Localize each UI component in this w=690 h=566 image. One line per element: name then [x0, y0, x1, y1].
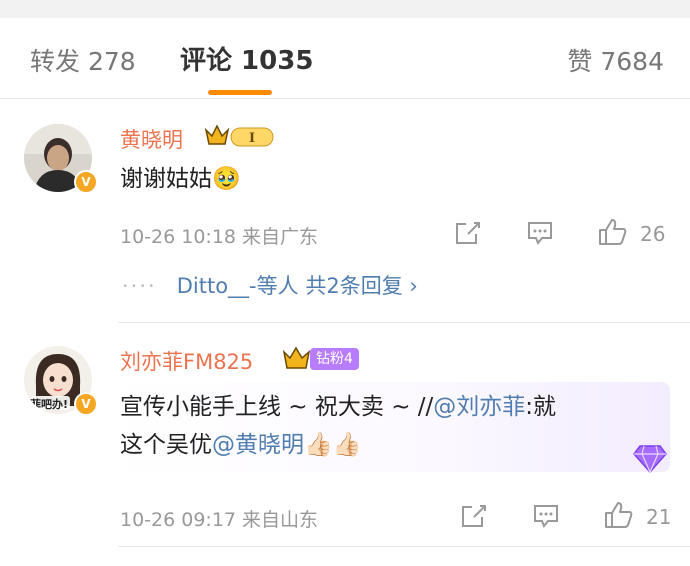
- emoji-icon: 🥹: [212, 166, 241, 192]
- tab-likes[interactable]: 赞 7684: [567, 42, 664, 78]
- fan-badge: 钻粉4: [310, 348, 359, 370]
- reply-summary[interactable]: ···· Ditto__-等人 共2条回复 ›: [122, 270, 418, 300]
- mention-link[interactable]: @刘亦菲: [433, 394, 525, 420]
- top-strip: [0, 0, 690, 18]
- tab-repost[interactable]: 转发 278: [30, 42, 136, 78]
- comment-icon[interactable]: [526, 220, 554, 246]
- comment-meta: 10-26 09:17 来自山东: [120, 509, 319, 531]
- vip-crown-icon: I: [204, 124, 274, 147]
- comment-username[interactable]: 黄晓明: [120, 124, 183, 154]
- share-icon[interactable]: [454, 220, 482, 246]
- share-icon[interactable]: [460, 503, 488, 529]
- avatar-label: 菲吧办!: [30, 398, 69, 411]
- reply-users[interactable]: Ditto__-等人: [177, 274, 299, 298]
- comment-body: 宣传小能手上线 ~ 祝大卖 ~ //: [120, 394, 434, 420]
- comment-icon[interactable]: [532, 503, 560, 529]
- mention-link[interactable]: @黄晓明: [212, 432, 304, 458]
- comment-username[interactable]: 刘亦菲FM825: [120, 346, 253, 376]
- diamond-icon: [633, 445, 667, 474]
- like-count: 26: [640, 222, 666, 246]
- emoji-icon: 👍🏻👍🏻: [304, 432, 362, 458]
- comment-body-line2: 这个吴优: [120, 432, 212, 458]
- like-count: 21: [646, 505, 672, 529]
- verified-icon: V: [74, 392, 98, 416]
- reply-count[interactable]: 共2条回复: [305, 274, 402, 298]
- tab-bar: 转发 278 评论 1035 赞 7684: [0, 18, 690, 96]
- divider: [0, 98, 690, 99]
- comment-body: 谢谢姑姑: [120, 166, 212, 192]
- vip-crown-icon: [282, 346, 311, 369]
- like-icon[interactable]: [598, 218, 628, 246]
- like-icon[interactable]: [604, 501, 634, 529]
- active-tab-indicator: [208, 90, 272, 95]
- verified-icon: V: [74, 170, 98, 194]
- comment-text: 宣传小能手上线 ~ 祝大卖 ~ //@刘亦菲:就 这个吴优@黄晓明👍🏻👍🏻: [120, 388, 660, 464]
- tab-comments[interactable]: 评论 1035: [180, 40, 313, 77]
- comment-body-cont: :就: [525, 394, 557, 420]
- chevron-right-icon: ›: [409, 274, 418, 298]
- comment-meta: 10-26 10:18 来自广东: [120, 226, 319, 248]
- comment-text: 谢谢姑姑🥹: [120, 160, 241, 198]
- divider: [118, 546, 690, 547]
- divider: [118, 322, 690, 323]
- svg-text:I: I: [249, 131, 255, 146]
